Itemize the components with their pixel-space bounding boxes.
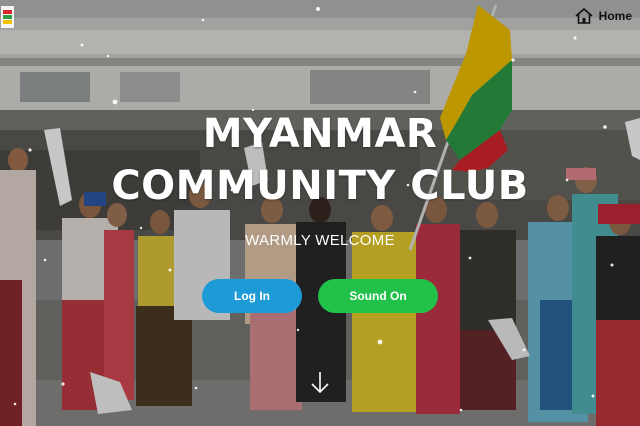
hero-subtitle: WARMLY WELCOME [245, 232, 395, 249]
home-nav-link[interactable]: Home [575, 8, 632, 24]
hero-title: MYANMAR COMMUNITY CLUB [0, 108, 640, 212]
arrow-down-icon[interactable] [309, 370, 331, 394]
dark-overlay [0, 0, 640, 426]
log-in-button[interactable]: Log In [202, 279, 302, 313]
home-nav-label[interactable]: Home [599, 9, 632, 23]
hero-title-line-1: MYANMAR [202, 111, 438, 157]
home-icon [575, 8, 593, 24]
hero-section: Home MYANMAR COMMUNITY CLUB WARMLY WELCO… [0, 0, 640, 426]
hero-title-line-2: COMMUNITY CLUB [111, 163, 529, 209]
club-logo[interactable] [0, 4, 16, 32]
top-navigation: Home [0, 0, 640, 32]
sound-on-button[interactable]: Sound On [318, 279, 438, 313]
